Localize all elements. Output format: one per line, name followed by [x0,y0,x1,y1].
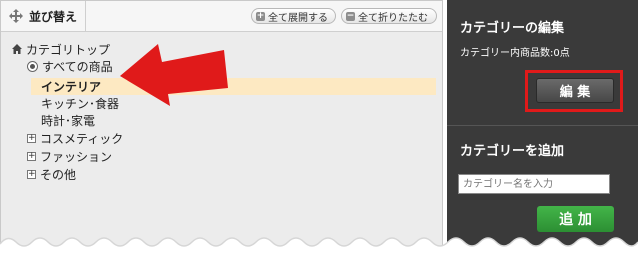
tree-item-label: インテリア [41,79,102,94]
section-divider [447,125,638,126]
product-count: カテゴリー内商品数: 0点 [460,44,570,59]
tree-item-label: コスメティック [40,131,124,146]
tree-all-products[interactable]: すべての商品 [27,57,113,75]
edit-button[interactable]: 編 集 [536,78,614,103]
plus-icon: + [256,10,265,21]
red-arrow [120,44,228,106]
tree-root[interactable]: カテゴリトップ [11,40,110,58]
collapse-all-label: 全て折りたたむ [358,12,428,24]
tree-item-label: ファッション [40,149,113,164]
edit-section-title: カテゴリーの編集 [460,21,565,36]
tree-item[interactable]: + ファッション [27,147,112,165]
minus-icon: − [346,10,355,21]
tree-root-label: カテゴリトップ [26,42,111,57]
expand-plus-icon[interactable]: + [27,169,36,179]
radio-icon [27,60,38,72]
sort-tab-label: 並び替え [29,9,78,24]
tree-item-label: キッチン･食器 [41,96,120,111]
tree-item[interactable]: キッチン･食器 [41,94,119,112]
tree-item[interactable]: インテリア [41,77,101,95]
category-name-input[interactable] [458,174,610,194]
category-tree-panel: 並び替え + 全て展開する − 全て折りたたむ カテゴリトップ すべての商品 イ… [0,0,443,253]
expand-all-label: 全て展開する [268,12,328,24]
collapse-all-button[interactable]: − 全て折りたたむ [341,8,437,24]
tree-item[interactable]: 時計･家電 [41,111,95,129]
expand-plus-icon[interactable]: + [27,133,36,143]
tree-item-label: その他 [40,167,77,182]
move-icon [9,9,23,23]
add-section-title: カテゴリーを追加 [460,144,565,159]
tree-item-label: 時計･家電 [41,113,96,128]
torn-edge [0,237,638,253]
product-count-label: カテゴリー内商品数: [460,48,554,59]
all-products-label: すべての商品 [42,59,113,74]
sort-tab[interactable]: 並び替え [1,1,86,31]
expand-all-button[interactable]: + 全て展開する [251,8,336,24]
tree-item[interactable]: + コスメティック [27,129,123,147]
tree-header: 並び替え + 全て展開する − 全て折りたたむ [1,1,442,32]
tree-item[interactable]: + その他 [27,165,76,183]
expand-plus-icon[interactable]: + [27,151,36,161]
product-count-value: 0点 [553,48,570,59]
home-icon [11,43,23,55]
